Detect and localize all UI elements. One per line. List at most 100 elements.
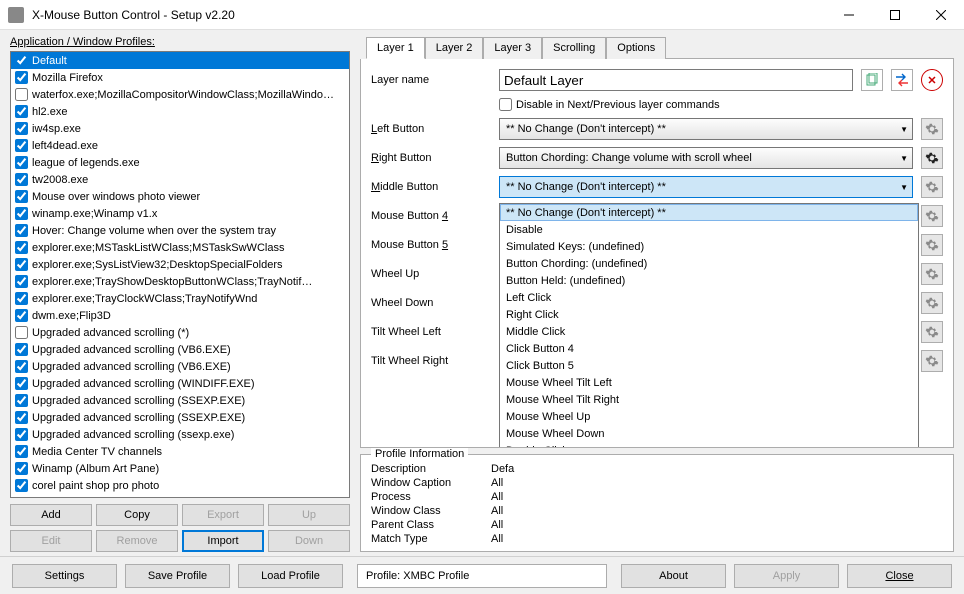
profile-checkbox[interactable] xyxy=(15,309,28,322)
gear-icon[interactable] xyxy=(921,147,943,169)
profile-checkbox[interactable] xyxy=(15,462,28,475)
profile-item[interactable]: Upgraded advanced scrolling (ssexp.exe) xyxy=(11,426,349,443)
delete-layer-icon[interactable]: ✕ xyxy=(921,69,943,91)
profile-checkbox[interactable] xyxy=(15,54,28,67)
profile-item[interactable]: Upgraded advanced scrolling (*) xyxy=(11,324,349,341)
profile-item[interactable]: explorer.exe;TrayClockWClass;TrayNotifyW… xyxy=(11,290,349,307)
dropdown-item[interactable]: Click Button 5 xyxy=(500,357,918,374)
profile-checkbox[interactable] xyxy=(15,173,28,186)
import-button[interactable]: Import xyxy=(182,530,264,552)
tab-options[interactable]: Options xyxy=(606,37,666,59)
profile-item[interactable]: dwm.exe;Flip3D xyxy=(11,307,349,324)
gear-icon[interactable] xyxy=(921,350,943,372)
profile-checkbox[interactable] xyxy=(15,71,28,84)
apply-button[interactable]: Apply xyxy=(734,564,839,588)
profile-checkbox[interactable] xyxy=(15,326,28,339)
profile-item[interactable]: Default xyxy=(11,52,349,69)
profile-checkbox[interactable] xyxy=(15,445,28,458)
dropdown-item[interactable]: Click Button 4 xyxy=(500,340,918,357)
minimize-button[interactable] xyxy=(826,0,872,30)
dropdown-item[interactable]: Middle Click xyxy=(500,323,918,340)
export-button[interactable]: Export xyxy=(182,504,264,526)
save-profile-button[interactable]: Save Profile xyxy=(125,564,230,588)
profile-checkbox[interactable] xyxy=(15,156,28,169)
profile-item[interactable]: Upgraded advanced scrolling (WINDIFF.EXE… xyxy=(11,375,349,392)
about-button[interactable]: About xyxy=(621,564,726,588)
profile-checkbox[interactable] xyxy=(15,207,28,220)
gear-icon[interactable] xyxy=(921,234,943,256)
close-app-button[interactable]: Close xyxy=(847,564,952,588)
profile-item[interactable]: left4dead.exe xyxy=(11,137,349,154)
profile-checkbox[interactable] xyxy=(15,343,28,356)
dropdown-item[interactable]: Button Chording: (undefined) xyxy=(500,255,918,272)
profiles-list[interactable]: DefaultMozilla Firefoxwaterfox.exe;Mozil… xyxy=(10,51,350,498)
left-button-combo[interactable]: ** No Change (Don't intercept) **▼ xyxy=(499,118,913,140)
gear-icon[interactable] xyxy=(921,263,943,285)
copy-layer-icon[interactable] xyxy=(861,69,883,91)
dropdown-item[interactable]: Mouse Wheel Down xyxy=(500,425,918,442)
add-button[interactable]: Add xyxy=(10,504,92,526)
dropdown-item[interactable]: Simulated Keys: (undefined) xyxy=(500,238,918,255)
gear-icon[interactable] xyxy=(921,292,943,314)
tab-layer-3[interactable]: Layer 3 xyxy=(483,37,542,59)
profile-checkbox[interactable] xyxy=(15,105,28,118)
layer-name-input[interactable] xyxy=(499,69,853,91)
gear-icon[interactable] xyxy=(921,176,943,198)
profile-item[interactable]: corel paint shop pro photo xyxy=(11,477,349,494)
profile-checkbox[interactable] xyxy=(15,377,28,390)
gear-icon[interactable] xyxy=(921,118,943,140)
edit-button[interactable]: Edit xyxy=(10,530,92,552)
right-button-combo[interactable]: Button Chording: Change volume with scro… xyxy=(499,147,913,169)
profile-item[interactable]: Upgraded advanced scrolling (VB6.EXE) xyxy=(11,341,349,358)
profile-item[interactable]: winamp.exe;Winamp v1.x xyxy=(11,205,349,222)
profile-checkbox[interactable] xyxy=(15,224,28,237)
profile-item[interactable]: hl2.exe xyxy=(11,103,349,120)
load-profile-button[interactable]: Load Profile xyxy=(238,564,343,588)
remove-button[interactable]: Remove xyxy=(96,530,178,552)
tab-layer-1[interactable]: Layer 1 xyxy=(366,37,425,59)
profile-item[interactable]: Hover: Change volume when over the syste… xyxy=(11,222,349,239)
profile-checkbox[interactable] xyxy=(15,139,28,152)
profile-item[interactable]: Upgraded advanced scrolling (SSEXP.EXE) xyxy=(11,409,349,426)
dropdown-item[interactable]: Left Click xyxy=(500,289,918,306)
gear-icon[interactable] xyxy=(921,321,943,343)
profile-checkbox[interactable] xyxy=(15,241,28,254)
profile-checkbox[interactable] xyxy=(15,275,28,288)
middle-button-combo[interactable]: ** No Change (Don't intercept) **▼ xyxy=(499,176,913,198)
disable-next-prev-checkbox[interactable]: Disable in Next/Previous layer commands xyxy=(499,98,943,111)
up-button[interactable]: Up xyxy=(268,504,350,526)
profile-item[interactable]: Upgraded advanced scrolling (VB6.EXE) xyxy=(11,358,349,375)
profile-item[interactable]: Media Center TV channels xyxy=(11,443,349,460)
tab-layer-2[interactable]: Layer 2 xyxy=(425,37,484,59)
profile-checkbox[interactable] xyxy=(15,88,28,101)
middle-button-dropdown[interactable]: ** No Change (Don't intercept) **Disable… xyxy=(499,203,919,448)
profile-item[interactable]: tw2008.exe xyxy=(11,171,349,188)
profile-checkbox[interactable] xyxy=(15,411,28,424)
profile-item[interactable]: explorer.exe;TrayShowDesktopButtonWClass… xyxy=(11,273,349,290)
dropdown-item[interactable]: Double Click xyxy=(500,442,918,448)
profile-checkbox[interactable] xyxy=(15,479,28,492)
profile-item[interactable]: Mozilla Firefox xyxy=(11,69,349,86)
profile-item[interactable]: Upgraded advanced scrolling (SSEXP.EXE) xyxy=(11,392,349,409)
profile-checkbox[interactable] xyxy=(15,428,28,441)
swap-layer-icon[interactable] xyxy=(891,69,913,91)
dropdown-item[interactable]: Disable xyxy=(500,221,918,238)
gear-icon[interactable] xyxy=(921,205,943,227)
dropdown-item[interactable]: Button Held: (undefined) xyxy=(500,272,918,289)
maximize-button[interactable] xyxy=(872,0,918,30)
profile-item[interactable]: Mouse over windows photo viewer xyxy=(11,188,349,205)
down-button[interactable]: Down xyxy=(268,530,350,552)
profile-item[interactable]: explorer.exe;MSTaskListWClass;MSTaskSwWC… xyxy=(11,239,349,256)
dropdown-item[interactable]: Mouse Wheel Up xyxy=(500,408,918,425)
dropdown-item[interactable]: Mouse Wheel Tilt Right xyxy=(500,391,918,408)
close-button[interactable] xyxy=(918,0,964,30)
profile-item[interactable]: explorer.exe;SysListView32;DesktopSpecia… xyxy=(11,256,349,273)
profile-checkbox[interactable] xyxy=(15,258,28,271)
dropdown-item[interactable]: Right Click xyxy=(500,306,918,323)
profile-checkbox[interactable] xyxy=(15,190,28,203)
dropdown-item[interactable]: Mouse Wheel Tilt Left xyxy=(500,374,918,391)
profile-checkbox[interactable] xyxy=(15,292,28,305)
profile-item[interactable]: league of legends.exe xyxy=(11,154,349,171)
profile-checkbox[interactable] xyxy=(15,394,28,407)
tab-scrolling[interactable]: Scrolling xyxy=(542,37,606,59)
